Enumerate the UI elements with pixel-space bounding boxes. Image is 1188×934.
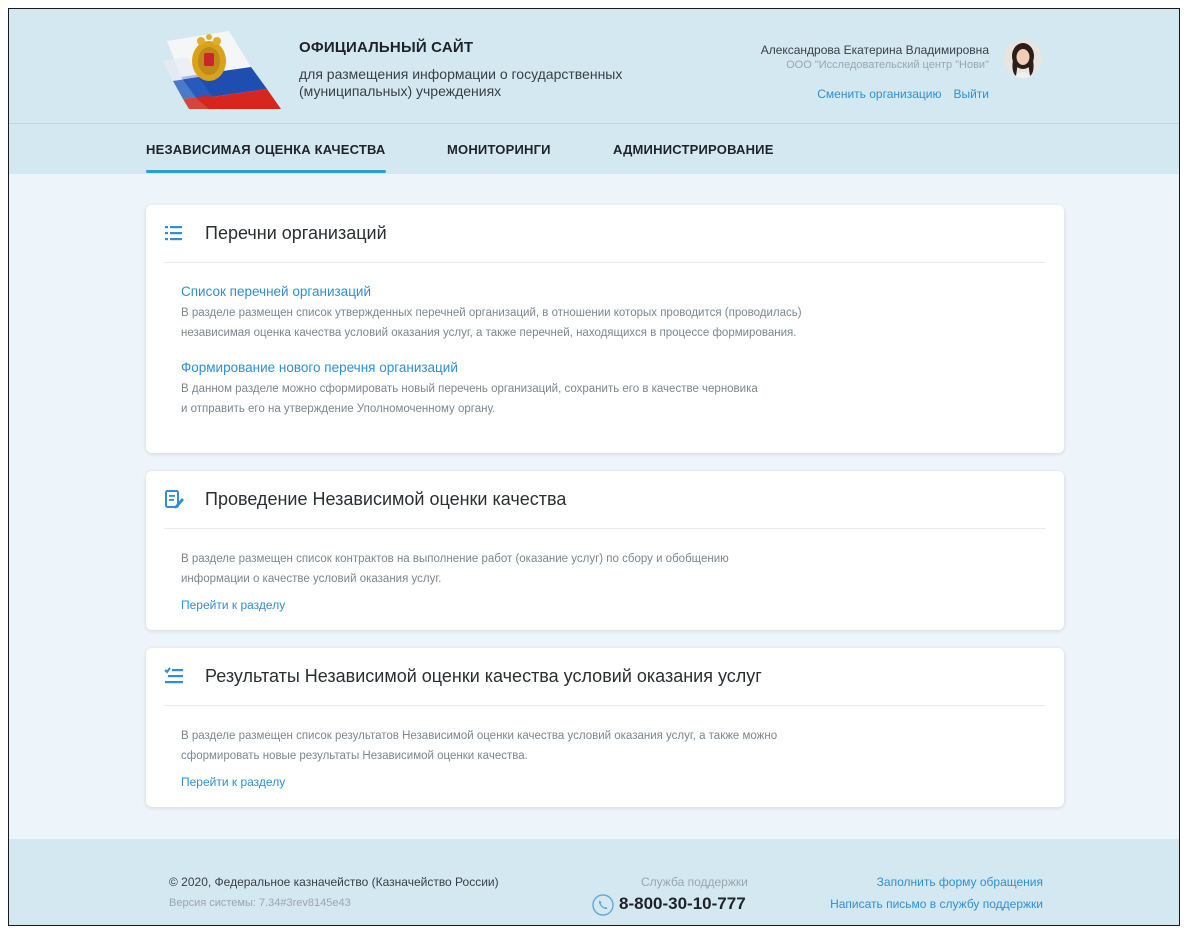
nav-tab-monitoring[interactable]: МОНИТОРИНГИ: [447, 142, 551, 157]
new-organization-list-link[interactable]: Формирование нового перечня организаций: [181, 360, 458, 375]
quality-assessment-description: В разделе размещен список контрактов на …: [181, 549, 941, 589]
user-avatar[interactable]: [1004, 40, 1042, 78]
support-phone[interactable]: 8-800-30-10-777: [619, 894, 746, 914]
assessment-results-description: В разделе размещен список результатов Не…: [181, 726, 941, 766]
site-subtitle-line2: (муниципальных) учреждениях: [299, 83, 502, 99]
page-frame: ОФИЦИАЛЬНЫЙ САЙТ для размещения информац…: [8, 8, 1180, 926]
description-line: В разделе размещен список результатов Не…: [181, 730, 778, 742]
description-line: независимая оценка качества условий оказ…: [181, 327, 797, 339]
russian-flag-emblem-logo[interactable]: [159, 31, 284, 109]
card-title: Перечни организаций: [205, 223, 387, 243]
checklist-icon: [164, 667, 183, 684]
card-quality-assessment: Проведение Независимой оценки качества В…: [146, 471, 1064, 630]
edit-document-icon: [165, 490, 184, 509]
card-header: Перечни организаций: [146, 205, 1064, 263]
user-name: Александрова Екатерина Владимировна: [760, 43, 989, 57]
user-links: Сменить организацию Выйти: [805, 87, 989, 101]
description-line: информации о качестве условий оказания у…: [181, 573, 442, 585]
description-line: и отправить его на утверждение Уполномоч…: [181, 403, 496, 415]
description-line: сформировать новые результаты Независимо…: [181, 750, 528, 762]
system-version: Версия системы: 7.34#3rev8145e43: [169, 897, 351, 909]
list-icon: [165, 226, 182, 241]
copyright: © 2020, Федеральное казначейство (Казнач…: [169, 875, 499, 889]
description-line: В данном разделе можно сформировать новы…: [181, 383, 758, 395]
organization-lists-link[interactable]: Список перечней организаций: [181, 284, 371, 299]
card-header: Проведение Независимой оценки качества: [146, 471, 1064, 529]
card-assessment-results: Результаты Независимой оценки качества у…: [146, 648, 1064, 807]
go-to-section-link[interactable]: Перейти к разделу: [181, 775, 285, 789]
description-line: В разделе размещен список утвержденных п…: [181, 307, 802, 319]
divider: [164, 705, 1046, 706]
new-organization-list-description: В данном разделе можно сформировать новы…: [181, 379, 941, 419]
site-header: ОФИЦИАЛЬНЫЙ САЙТ для размещения информац…: [9, 9, 1179, 124]
card-title: Проведение Независимой оценки качества: [205, 489, 567, 509]
site-footer: © 2020, Федеральное казначейство (Казнач…: [9, 839, 1179, 925]
logout-link[interactable]: Выйти: [953, 87, 989, 101]
site-subtitle: для размещения информации о государствен…: [299, 66, 699, 100]
change-organization-link[interactable]: Сменить организацию: [817, 87, 941, 101]
site-subtitle-line1: для размещения информации о государствен…: [299, 66, 623, 82]
support-label: Служба поддержки: [641, 875, 748, 889]
nav-tab-administration[interactable]: АДМИНИСТРИРОВАНИЕ: [613, 142, 774, 157]
phone-icon: [592, 894, 614, 916]
card-header: Результаты Независимой оценки качества у…: [146, 648, 1064, 706]
main-nav: НЕЗАВИСИМАЯ ОЦЕНКА КАЧЕСТВА МОНИТОРИНГИ …: [9, 124, 1179, 174]
organization-lists-description: В разделе размещен список утвержденных п…: [181, 303, 941, 343]
card-organization-lists: Перечни организаций Список перечней орга…: [146, 205, 1064, 453]
description-line: В разделе размещен список контрактов на …: [181, 553, 729, 565]
contact-form-link[interactable]: Заполнить форму обращения: [877, 875, 1043, 889]
card-title: Результаты Независимой оценки качества у…: [205, 666, 762, 686]
site-title: ОФИЦИАЛЬНЫЙ САЙТ: [299, 39, 474, 56]
email-support-link[interactable]: Написать письмо в службу поддержки: [830, 897, 1043, 911]
go-to-section-link[interactable]: Перейти к разделу: [181, 598, 285, 612]
nav-tab-quality-assessment[interactable]: НЕЗАВИСИМАЯ ОЦЕНКА КАЧЕСТВА: [146, 142, 386, 173]
user-organization: ООО "Исследовательский центр "Нови": [786, 59, 989, 71]
divider: [164, 528, 1046, 529]
divider: [164, 262, 1046, 263]
